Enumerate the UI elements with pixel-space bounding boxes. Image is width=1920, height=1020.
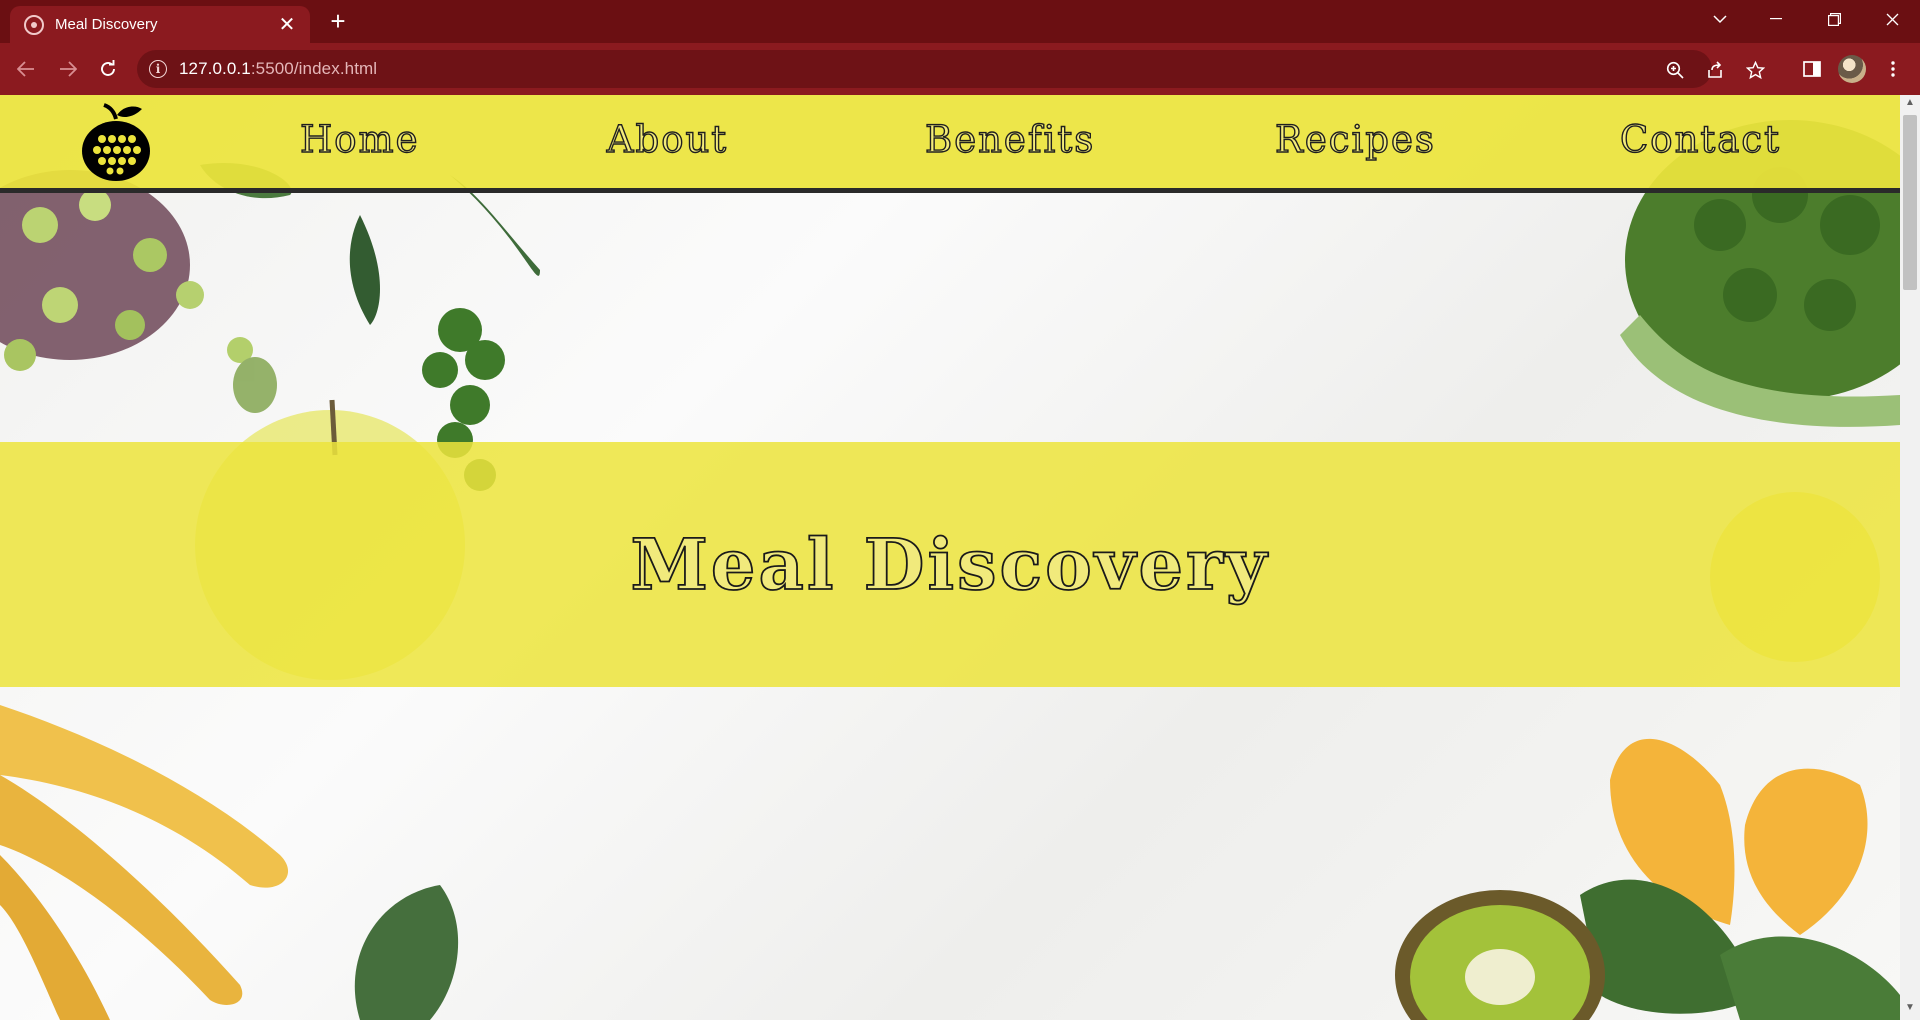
broadcast-favicon-icon xyxy=(24,14,44,35)
back-arrow-icon[interactable] xyxy=(12,55,40,83)
kebab-menu-icon[interactable] xyxy=(1880,56,1906,82)
bookmark-star-icon[interactable] xyxy=(1744,59,1766,81)
browser-tab-active[interactable]: Meal Discovery ✕ xyxy=(10,6,310,43)
nav-link-recipes[interactable]: Recipes xyxy=(1274,115,1434,165)
tab-title: Meal Discovery xyxy=(55,16,158,33)
nav-link-contact[interactable]: Contact xyxy=(1619,115,1779,165)
url-text: 127.0.0.1:5500/index.html xyxy=(179,59,377,79)
scroll-down-arrow-icon[interactable]: ▼ xyxy=(1900,1002,1920,1018)
basket-apple-logo-icon[interactable] xyxy=(80,101,152,183)
nav-link-about[interactable]: About xyxy=(605,115,730,165)
scroll-up-arrow-icon[interactable]: ▲ xyxy=(1900,97,1920,113)
scroll-thumb[interactable] xyxy=(1903,115,1917,290)
page-content: Home About Benefits Recipes Contact Meal… xyxy=(0,95,1900,1020)
url-host: 127.0.0.1 xyxy=(179,59,251,78)
new-tab-button[interactable]: + xyxy=(324,8,352,36)
browser-tabstrip: Meal Discovery ✕ + xyxy=(0,0,1920,43)
page-scrollbar[interactable]: ▲ ▼ xyxy=(1900,95,1920,1020)
tab-close-icon[interactable]: ✕ xyxy=(276,14,298,36)
address-bar[interactable]: i 127.0.0.1:5500/index.html xyxy=(137,50,1765,88)
site-navbar: Home About Benefits Recipes Contact xyxy=(0,95,1900,193)
page-viewport: Home About Benefits Recipes Contact Meal… xyxy=(0,95,1920,1020)
site-info-icon[interactable]: i xyxy=(149,60,167,78)
minimize-icon[interactable] xyxy=(1748,0,1804,38)
tab-search-chevron-icon[interactable] xyxy=(1692,0,1748,38)
close-window-icon[interactable] xyxy=(1864,0,1920,38)
hero-title: Meal Discovery xyxy=(630,522,1270,607)
zoom-icon[interactable] xyxy=(1664,59,1686,81)
url-path: :5500/index.html xyxy=(250,59,378,78)
browser-toolbar: i 127.0.0.1:5500/index.html xyxy=(0,43,1920,95)
forward-arrow-icon[interactable] xyxy=(54,55,82,83)
share-icon[interactable] xyxy=(1704,59,1726,81)
reload-icon[interactable] xyxy=(94,55,122,83)
side-panel-icon[interactable] xyxy=(1799,56,1825,82)
nav-link-benefits[interactable]: Benefits xyxy=(924,115,1094,165)
nav-link-home[interactable]: Home xyxy=(299,115,418,165)
hero-band: Meal Discovery xyxy=(0,442,1900,687)
restore-window-icon[interactable] xyxy=(1806,0,1862,38)
profile-avatar[interactable] xyxy=(1838,55,1866,83)
